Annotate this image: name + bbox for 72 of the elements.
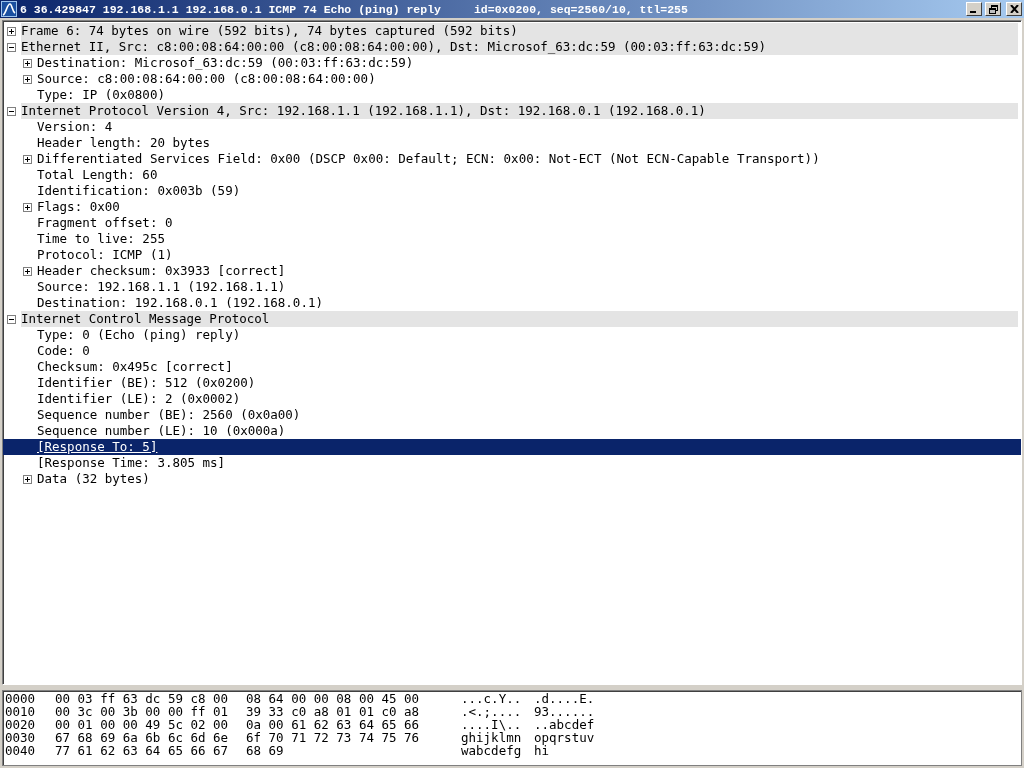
tree-item[interactable]: Source: c8:00:08:64:00:00 (c8:00:08:64:00:00) xyxy=(37,71,376,87)
tree-item[interactable]: Data (32 bytes) xyxy=(37,471,150,487)
expander-icon[interactable] xyxy=(23,474,32,484)
tree-item[interactable]: Differentiated Services Field: 0x00 (DSCP 0x00: Default; ECN: 0x00: Not-ECT (Not ECN-Capable Transport)) xyxy=(37,151,820,167)
tree-item[interactable]: Sequence number (BE): 2560 (0x0a00) xyxy=(37,407,301,423)
tree-item[interactable]: Header length: 20 bytes xyxy=(37,135,211,151)
ascii-text: .d....E. xyxy=(534,692,596,705)
hex-bytes: 39 33 c0 a8 01 01 c0 a8 xyxy=(246,705,421,718)
minimize-button[interactable] xyxy=(966,2,982,16)
ascii-text: ...c.Y.. xyxy=(461,692,523,705)
expander-icon[interactable] xyxy=(7,106,16,116)
tree-item[interactable]: [Response Time: 3.805 ms] xyxy=(37,455,226,471)
tree-item[interactable]: Internet Protocol Version 4, Src: 192.168.1.1 (192.168.1.1), Dst: 192.168.0.1 (192.168.0.1) xyxy=(21,103,1018,119)
hex-offset: 0040 xyxy=(5,744,37,757)
ascii-text: ....I\.. xyxy=(461,718,523,731)
fin-icon xyxy=(1,1,17,17)
hex-offset: 0010 xyxy=(5,705,37,718)
ascii-text: hi xyxy=(534,744,550,757)
expander-icon[interactable] xyxy=(23,154,32,164)
hex-bytes: 0a 00 61 62 63 64 65 66 xyxy=(246,718,421,731)
tree-item[interactable]: Identifier (BE): 512 (0x0200) xyxy=(37,375,256,391)
ascii-text: ghijklmn xyxy=(461,731,523,744)
tree-item[interactable]: Destination: 192.168.0.1 (192.168.0.1) xyxy=(37,295,323,311)
expander-icon[interactable] xyxy=(23,58,32,68)
close-button[interactable] xyxy=(1006,2,1022,16)
hex-bytes: 77 61 62 63 64 65 66 67 xyxy=(55,744,230,757)
restore-icon xyxy=(988,4,998,14)
expander-icon[interactable] xyxy=(7,42,16,52)
tree-item[interactable]: Time to live: 255 xyxy=(37,231,165,247)
close-icon xyxy=(1009,5,1019,13)
tree-item[interactable]: Type: 0 (Echo (ping) reply) xyxy=(37,327,241,343)
tree-item[interactable]: Frame 6: 74 bytes on wire (592 bits), 74 bytes captured (592 bits) xyxy=(21,23,1018,39)
restore-button[interactable] xyxy=(985,2,1001,16)
window-title: 6 36.429847 192.168.1.1 192.168.0.1 ICMP 74 Echo (ping) reply xyxy=(20,2,441,16)
ascii-text: 93...... xyxy=(534,705,596,718)
hex-offset: 0000 xyxy=(5,692,37,705)
tree-item[interactable]: Header checksum: 0x3933 [correct] xyxy=(37,263,286,279)
tree-item[interactable]: Type: IP (0x0800) xyxy=(37,87,165,103)
ascii-text: wabcdefg xyxy=(461,744,523,757)
tree-link[interactable]: [Response To: 5] xyxy=(37,439,158,455)
hex-bytes: 00 01 00 00 49 5c 02 00 xyxy=(55,718,230,731)
tree-item[interactable]: Code: 0 xyxy=(37,343,90,359)
tree-item[interactable]: Checksum: 0x495c [correct] xyxy=(37,359,233,375)
tree-item[interactable]: Internet Control Message Protocol xyxy=(21,311,1018,327)
hex-offset: 0030 xyxy=(5,731,37,744)
hex-bytes: 67 68 69 6a 6b 6c 6d 6e xyxy=(55,731,230,744)
expander-icon[interactable] xyxy=(7,26,16,36)
tree-item[interactable]: Destination: Microsof_63:dc:59 (00:03:ff:63:dc:59) xyxy=(37,55,414,71)
tree-item[interactable]: Ethernet II, Src: c8:00:08:64:00:00 (c8:00:08:64:00:00), Dst: Microsof_63:dc:59 (00:03:ff:63:dc:59) xyxy=(21,39,1018,55)
tree-item[interactable]: Flags: 0x00 xyxy=(37,199,120,215)
tree-item[interactable]: Identification: 0x003b (59) xyxy=(37,183,241,199)
tree-item[interactable]: Identifier (LE): 2 (0x0002) xyxy=(37,391,241,407)
ascii-text: .<.;.... xyxy=(461,705,523,718)
hex-bytes: 00 3c 00 3b 00 00 ff 01 xyxy=(55,705,230,718)
hex-bytes: 08 64 00 00 08 00 45 00 xyxy=(246,692,421,705)
tree-item[interactable]: Fragment offset: 0 xyxy=(37,215,173,231)
expander-icon[interactable] xyxy=(23,74,32,84)
ascii-text: ..abcdef xyxy=(534,718,596,731)
hex-bytes: 68 69 xyxy=(246,744,285,757)
hex-offset: 0020 xyxy=(5,718,37,731)
tree-item[interactable]: Version: 4 xyxy=(37,119,113,135)
hex-bytes: 6f 70 71 72 73 74 75 76 xyxy=(246,731,421,744)
expander-icon[interactable] xyxy=(23,202,32,212)
hex-bytes: 00 03 ff 63 dc 59 c8 00 xyxy=(55,692,230,705)
tree-item[interactable]: Sequence number (LE): 10 (0x000a) xyxy=(37,423,286,439)
window-title-info: id=0x0200, seq=2560/10, ttl=255 xyxy=(473,2,688,16)
tree-item[interactable]: Total Length: 60 xyxy=(37,167,158,183)
tree-item[interactable]: Source: 192.168.1.1 (192.168.1.1) xyxy=(37,279,286,295)
expander-icon[interactable] xyxy=(7,314,16,324)
tree-item[interactable]: Protocol: ICMP (1) xyxy=(37,247,173,263)
expander-icon[interactable] xyxy=(23,266,32,276)
ascii-text: opqrstuv xyxy=(534,731,596,744)
